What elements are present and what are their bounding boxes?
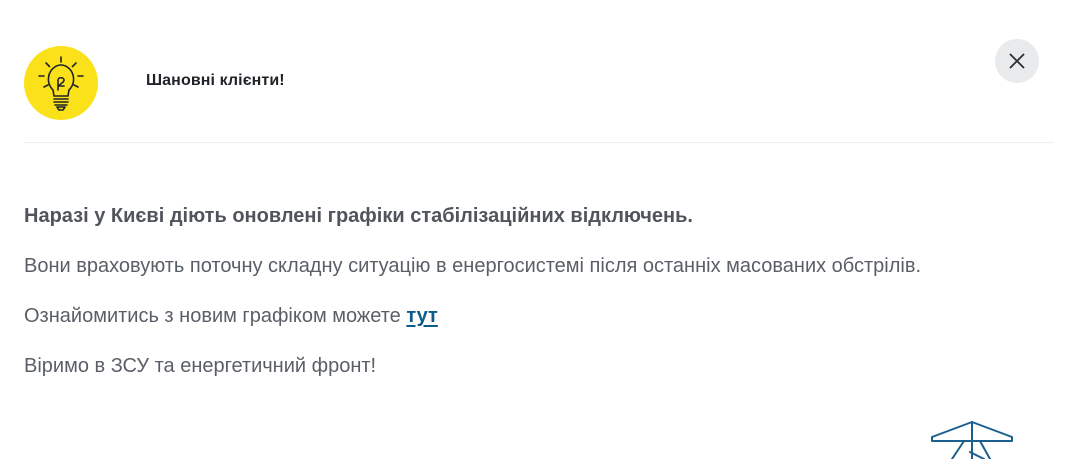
message-lead: Наразі у Києві діють оновлені графіки ст… bbox=[24, 205, 693, 227]
message-line-3: Ознайомитись з новим графіком можете тут bbox=[24, 302, 1064, 330]
modal-body: Наразі у Києві діють оновлені графіки ст… bbox=[24, 202, 1064, 380]
close-icon bbox=[1009, 53, 1025, 69]
message-line-3-text: Ознайомитись з новим графіком можете bbox=[24, 305, 407, 327]
lightbulb-icon bbox=[24, 46, 98, 120]
modal-header: Шановні клієнти! bbox=[24, 39, 1054, 120]
power-pylon-icon bbox=[926, 418, 1026, 459]
schedule-link[interactable]: тут bbox=[406, 305, 437, 327]
notification-modal: Шановні клієнти! Наразі у Києві діють он… bbox=[0, 0, 1082, 459]
message-line-4: Віримо в ЗСУ та енергетичний фронт! bbox=[24, 355, 377, 377]
message-line-2: Вони враховують поточну складну ситуацію… bbox=[24, 255, 922, 277]
close-button[interactable] bbox=[995, 39, 1039, 83]
modal-title: Шановні клієнти! bbox=[146, 72, 285, 89]
header-divider bbox=[24, 142, 1054, 143]
